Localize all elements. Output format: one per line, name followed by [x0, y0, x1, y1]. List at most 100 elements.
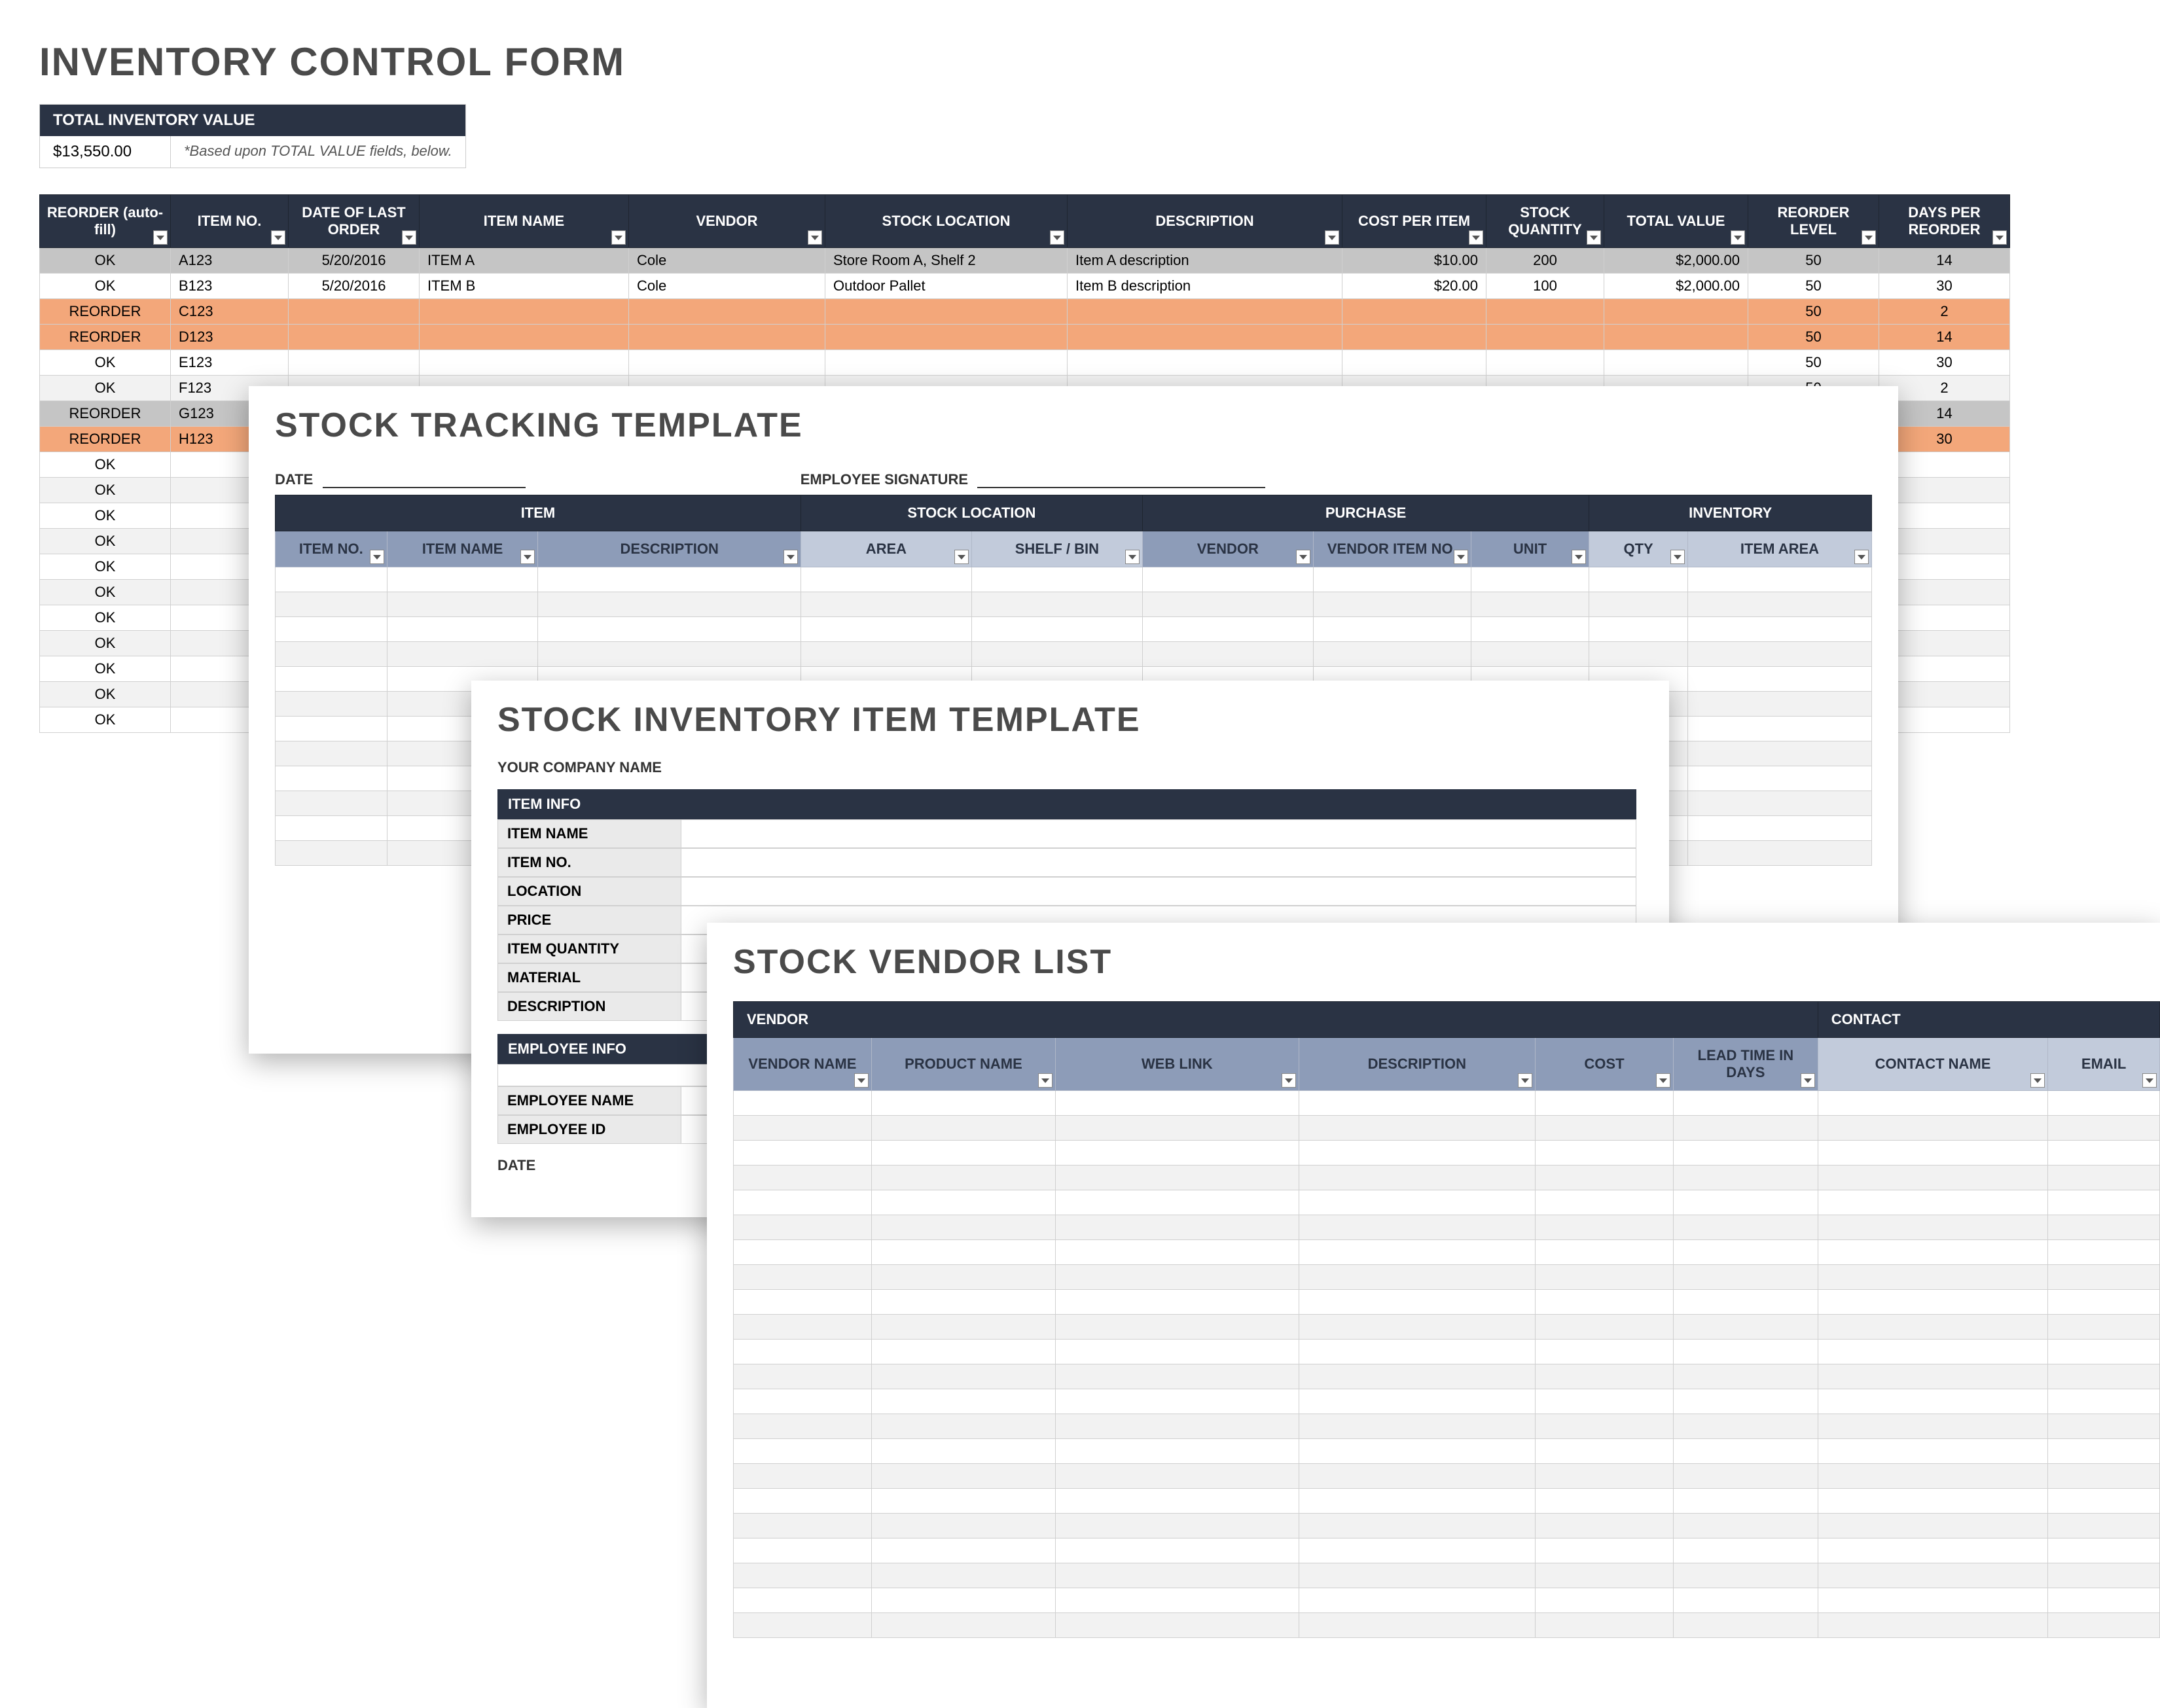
cell[interactable]	[1056, 1364, 1299, 1389]
cell[interactable]	[1342, 350, 1486, 376]
cell[interactable]	[1818, 1215, 2047, 1240]
cell[interactable]	[2048, 1215, 2160, 1240]
cell[interactable]	[801, 567, 971, 592]
cell[interactable]	[734, 1141, 872, 1165]
cell[interactable]	[629, 350, 825, 376]
cell[interactable]	[2048, 1116, 2160, 1141]
cell[interactable]	[1687, 841, 1871, 866]
cell[interactable]: 5/20/2016	[289, 274, 420, 299]
cell[interactable]	[1818, 1464, 2047, 1489]
cell[interactable]	[801, 592, 971, 617]
cell[interactable]: REORDER	[40, 299, 171, 325]
cell[interactable]	[1536, 1464, 1674, 1489]
cell[interactable]	[1673, 1389, 1818, 1414]
cell[interactable]: 50	[1748, 350, 1879, 376]
cell[interactable]	[1142, 642, 1313, 667]
cell[interactable]	[1299, 1215, 1535, 1240]
cell[interactable]	[871, 1364, 1055, 1389]
cell[interactable]: A123	[171, 248, 289, 274]
tracking-col-header[interactable]: ITEM NAME	[387, 531, 538, 567]
cell[interactable]	[538, 592, 801, 617]
cell[interactable]	[1818, 1240, 2047, 1265]
cell[interactable]	[1673, 1340, 1818, 1364]
cell[interactable]	[1299, 1190, 1535, 1215]
cell[interactable]	[871, 1588, 1055, 1613]
cell[interactable]	[1673, 1364, 1818, 1389]
cell[interactable]	[1536, 1290, 1674, 1315]
filter-icon[interactable]	[1125, 550, 1140, 564]
cell[interactable]: 14	[1879, 401, 2010, 427]
cell[interactable]: $20.00	[1342, 274, 1486, 299]
filter-icon[interactable]	[370, 550, 384, 564]
filter-icon[interactable]	[1325, 230, 1339, 245]
cell[interactable]	[1687, 667, 1871, 692]
cell[interactable]	[734, 1364, 872, 1389]
cell[interactable]	[1056, 1190, 1299, 1215]
cell[interactable]	[871, 1489, 1055, 1514]
cell[interactable]	[1604, 350, 1748, 376]
tracking-col-header[interactable]: VENDOR	[1142, 531, 1313, 567]
filter-icon[interactable]	[153, 230, 168, 245]
cell[interactable]	[825, 350, 1068, 376]
cell[interactable]	[276, 617, 387, 642]
cell[interactable]: REORDER	[40, 427, 171, 452]
cell[interactable]	[289, 350, 420, 376]
cell[interactable]	[1879, 554, 2010, 580]
cell[interactable]	[1589, 642, 1688, 667]
cell[interactable]	[1056, 1588, 1299, 1613]
cell[interactable]	[387, 592, 538, 617]
inventory-col-header[interactable]: ITEM NO.	[171, 195, 289, 248]
cell[interactable]	[1879, 478, 2010, 503]
cell[interactable]	[825, 325, 1068, 350]
cell[interactable]	[1536, 1141, 1674, 1165]
cell[interactable]	[2048, 1613, 2160, 1638]
inventory-col-header[interactable]: VENDOR	[629, 195, 825, 248]
cell[interactable]	[734, 1116, 872, 1141]
cell[interactable]	[1879, 682, 2010, 707]
cell[interactable]	[538, 617, 801, 642]
cell[interactable]	[1313, 642, 1471, 667]
cell[interactable]	[1536, 1240, 1674, 1265]
cell[interactable]	[2048, 1514, 2160, 1539]
cell[interactable]	[1536, 1588, 1674, 1613]
cell[interactable]	[1818, 1489, 2047, 1514]
cell[interactable]	[1818, 1340, 2047, 1364]
cell[interactable]	[1818, 1539, 2047, 1563]
cell[interactable]	[971, 617, 1142, 642]
cell[interactable]	[1818, 1514, 2047, 1539]
cell[interactable]	[1299, 1315, 1535, 1340]
cell[interactable]	[1818, 1091, 2047, 1116]
cell[interactable]	[1068, 350, 1342, 376]
filter-icon[interactable]	[402, 230, 416, 245]
cell[interactable]	[2048, 1190, 2160, 1215]
cell[interactable]	[1673, 1563, 1818, 1588]
tracking-col-header[interactable]: SHELF / BIN	[971, 531, 1142, 567]
cell[interactable]	[1536, 1439, 1674, 1464]
cell[interactable]	[2048, 1165, 2160, 1190]
cell[interactable]	[825, 299, 1068, 325]
cell[interactable]	[1342, 325, 1486, 350]
cell[interactable]	[871, 1290, 1055, 1315]
cell[interactable]	[1299, 1165, 1535, 1190]
cell[interactable]	[1604, 325, 1748, 350]
cell[interactable]	[276, 567, 387, 592]
cell[interactable]	[871, 1116, 1055, 1141]
cell[interactable]	[1299, 1240, 1535, 1265]
cell[interactable]	[1818, 1613, 2047, 1638]
cell[interactable]: Cole	[629, 248, 825, 274]
cell[interactable]	[1068, 299, 1342, 325]
cell[interactable]	[734, 1389, 872, 1414]
filter-icon[interactable]	[520, 550, 535, 564]
cell[interactable]	[1687, 741, 1871, 766]
inventory-col-header[interactable]: DAYS PER REORDER	[1879, 195, 2010, 248]
cell[interactable]	[1299, 1141, 1535, 1165]
filter-icon[interactable]	[1572, 550, 1586, 564]
cell[interactable]	[1299, 1588, 1535, 1613]
cell[interactable]: OK	[40, 605, 171, 631]
cell[interactable]	[1673, 1190, 1818, 1215]
cell[interactable]	[1299, 1514, 1535, 1539]
cell[interactable]	[2048, 1364, 2160, 1389]
cell[interactable]	[734, 1265, 872, 1290]
vendor-col-header[interactable]: WEB LINK	[1056, 1038, 1299, 1091]
filter-icon[interactable]	[1038, 1073, 1053, 1088]
